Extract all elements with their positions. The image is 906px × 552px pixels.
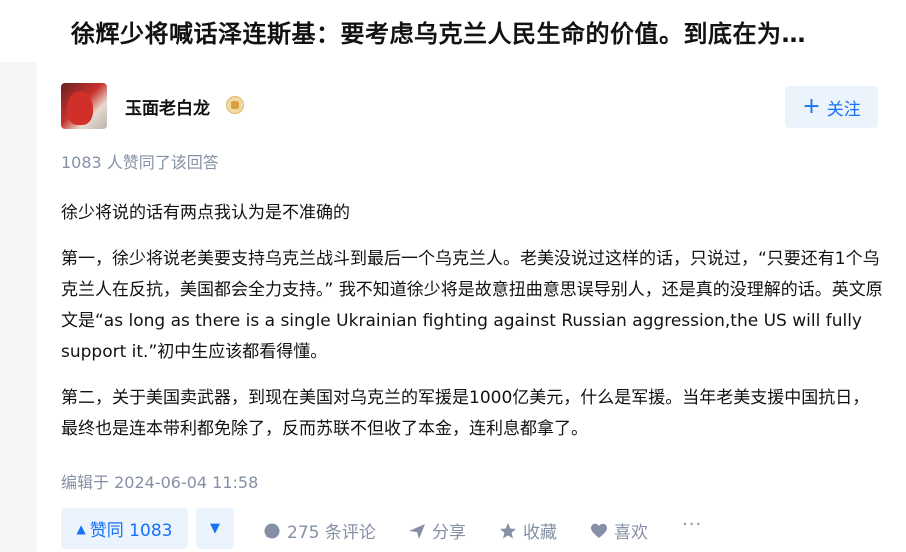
more-button[interactable]: ··· (682, 514, 702, 535)
author-badge-icon (226, 96, 244, 114)
favorite-button[interactable]: 收藏 (499, 518, 557, 543)
favorite-label: 收藏 (523, 523, 557, 543)
vote-up-button[interactable]: ▲ 赞同 1083 (61, 508, 188, 549)
agree-count: 1083 人赞同了该回答 (61, 153, 219, 172)
comment-icon (264, 523, 280, 538)
like-label: 喜欢 (614, 523, 648, 543)
vote-label: 赞同 1083 (89, 521, 173, 541)
answer-card: 玉面老白龙 + 关注 1083 人赞同了该回答 徐少将说的话有两点我认为是不准确… (37, 62, 906, 552)
share-icon (409, 523, 425, 539)
avatar-figure (67, 91, 93, 125)
star-icon (500, 522, 516, 538)
answer-paragraph: 徐少将说的话有两点我认为是不准确的 (61, 203, 350, 223)
follow-label: 关注 (826, 99, 861, 120)
share-button[interactable]: 分享 (408, 518, 466, 543)
follow-button[interactable]: + 关注 (785, 86, 878, 128)
answer-paragraph: 第一，徐少将说老美要支持乌克兰战斗到最后一个乌克兰人。老美没说过这样的话，只说过… (61, 249, 883, 362)
heart-icon (591, 523, 607, 538)
author-name[interactable]: 玉面老白龙 (125, 94, 210, 119)
avatar[interactable] (61, 83, 107, 129)
plus-icon: + (802, 94, 821, 119)
triangle-down-icon: ▼ (210, 521, 220, 536)
share-label: 分享 (432, 523, 466, 543)
edited-time[interactable]: 编辑于 2024-06-04 11:58 (61, 469, 258, 493)
like-button[interactable]: 喜欢 (590, 518, 648, 543)
question-header: 徐辉少将喊话泽连斯基：要考虑乌克兰人民生命的价值。到底在为… (0, 0, 906, 62)
vote-down-button[interactable]: ▼ (196, 508, 234, 549)
triangle-up-icon: ▲ (76, 521, 86, 536)
answer-paragraph: 第二，关于美国卖武器，到现在美国对乌克兰的军援是1000亿美元，什么是军援。当年… (61, 388, 870, 439)
comment-button[interactable]: 275 条评论 (263, 518, 376, 543)
answer-content: 徐少将说的话有两点我认为是不准确的 第一，徐少将说老美要支持乌克兰战斗到最后一个… (61, 198, 883, 460)
question-title[interactable]: 徐辉少将喊话泽连斯基：要考虑乌克兰人民生命的价值。到底在为… (71, 14, 806, 49)
comment-label: 275 条评论 (287, 523, 376, 543)
